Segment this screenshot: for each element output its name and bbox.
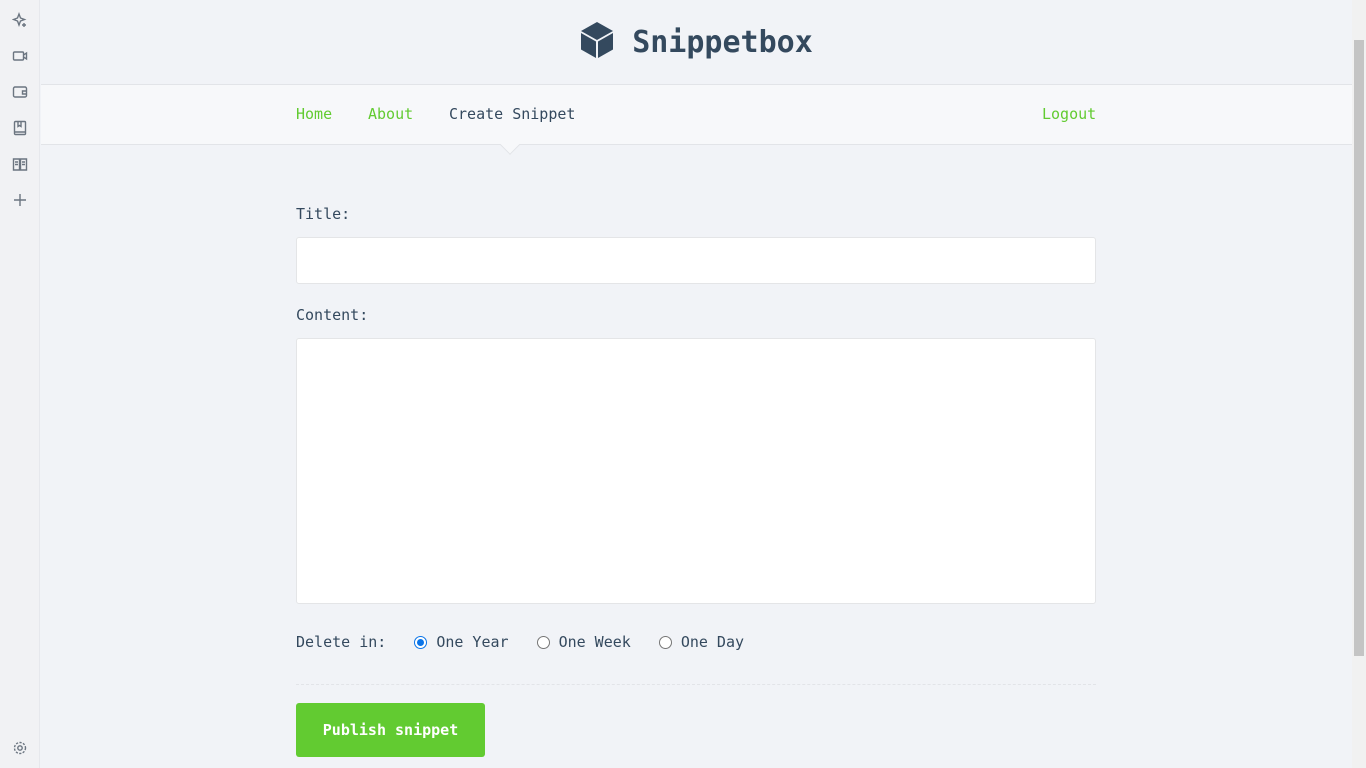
radio-one-day-label[interactable]: One Day	[681, 633, 744, 651]
active-nav-indicator	[500, 135, 520, 155]
video-icon[interactable]	[10, 46, 30, 66]
nav-logout[interactable]: Logout	[1042, 105, 1096, 123]
cube-logo-icon	[580, 21, 614, 63]
form-divider	[296, 684, 1096, 685]
nav-home[interactable]: Home	[296, 105, 332, 123]
reader-icon[interactable]	[10, 154, 30, 174]
title-label: Title:	[296, 205, 351, 223]
main-nav: Home About Create Snippet Logout	[41, 84, 1352, 155]
delete-in-group: Delete in: One Year One Week One Day	[296, 633, 744, 651]
content-label: Content:	[296, 306, 369, 324]
delete-in-label: Delete in:	[296, 633, 387, 651]
radio-one-year-label[interactable]: One Year	[436, 633, 508, 651]
content-textarea[interactable]	[296, 338, 1096, 604]
radio-one-week-label[interactable]: One Week	[559, 633, 631, 651]
scrollbar[interactable]	[1352, 0, 1366, 768]
radio-one-day[interactable]	[658, 635, 672, 649]
title-input[interactable]	[296, 237, 1096, 284]
publish-snippet-button[interactable]: Publish snippet	[296, 703, 485, 757]
nav-create-snippet[interactable]: Create Snippet	[449, 105, 575, 123]
gear-icon[interactable]	[10, 738, 30, 758]
browser-sidebar	[0, 0, 40, 768]
page: Snippetbox Home About Create Snippet Log…	[41, 0, 1352, 768]
radio-one-year[interactable]	[414, 635, 428, 649]
bookmark-book-icon[interactable]	[10, 118, 30, 138]
site-header: Snippetbox	[41, 0, 1352, 84]
radio-one-week[interactable]	[536, 635, 550, 649]
sparkle-icon[interactable]	[10, 10, 30, 30]
plus-icon[interactable]	[10, 190, 30, 210]
site-title-link[interactable]: Snippetbox	[632, 25, 813, 60]
wallet-icon[interactable]	[10, 82, 30, 102]
nav-about[interactable]: About	[368, 105, 413, 123]
scrollbar-thumb[interactable]	[1354, 40, 1364, 656]
